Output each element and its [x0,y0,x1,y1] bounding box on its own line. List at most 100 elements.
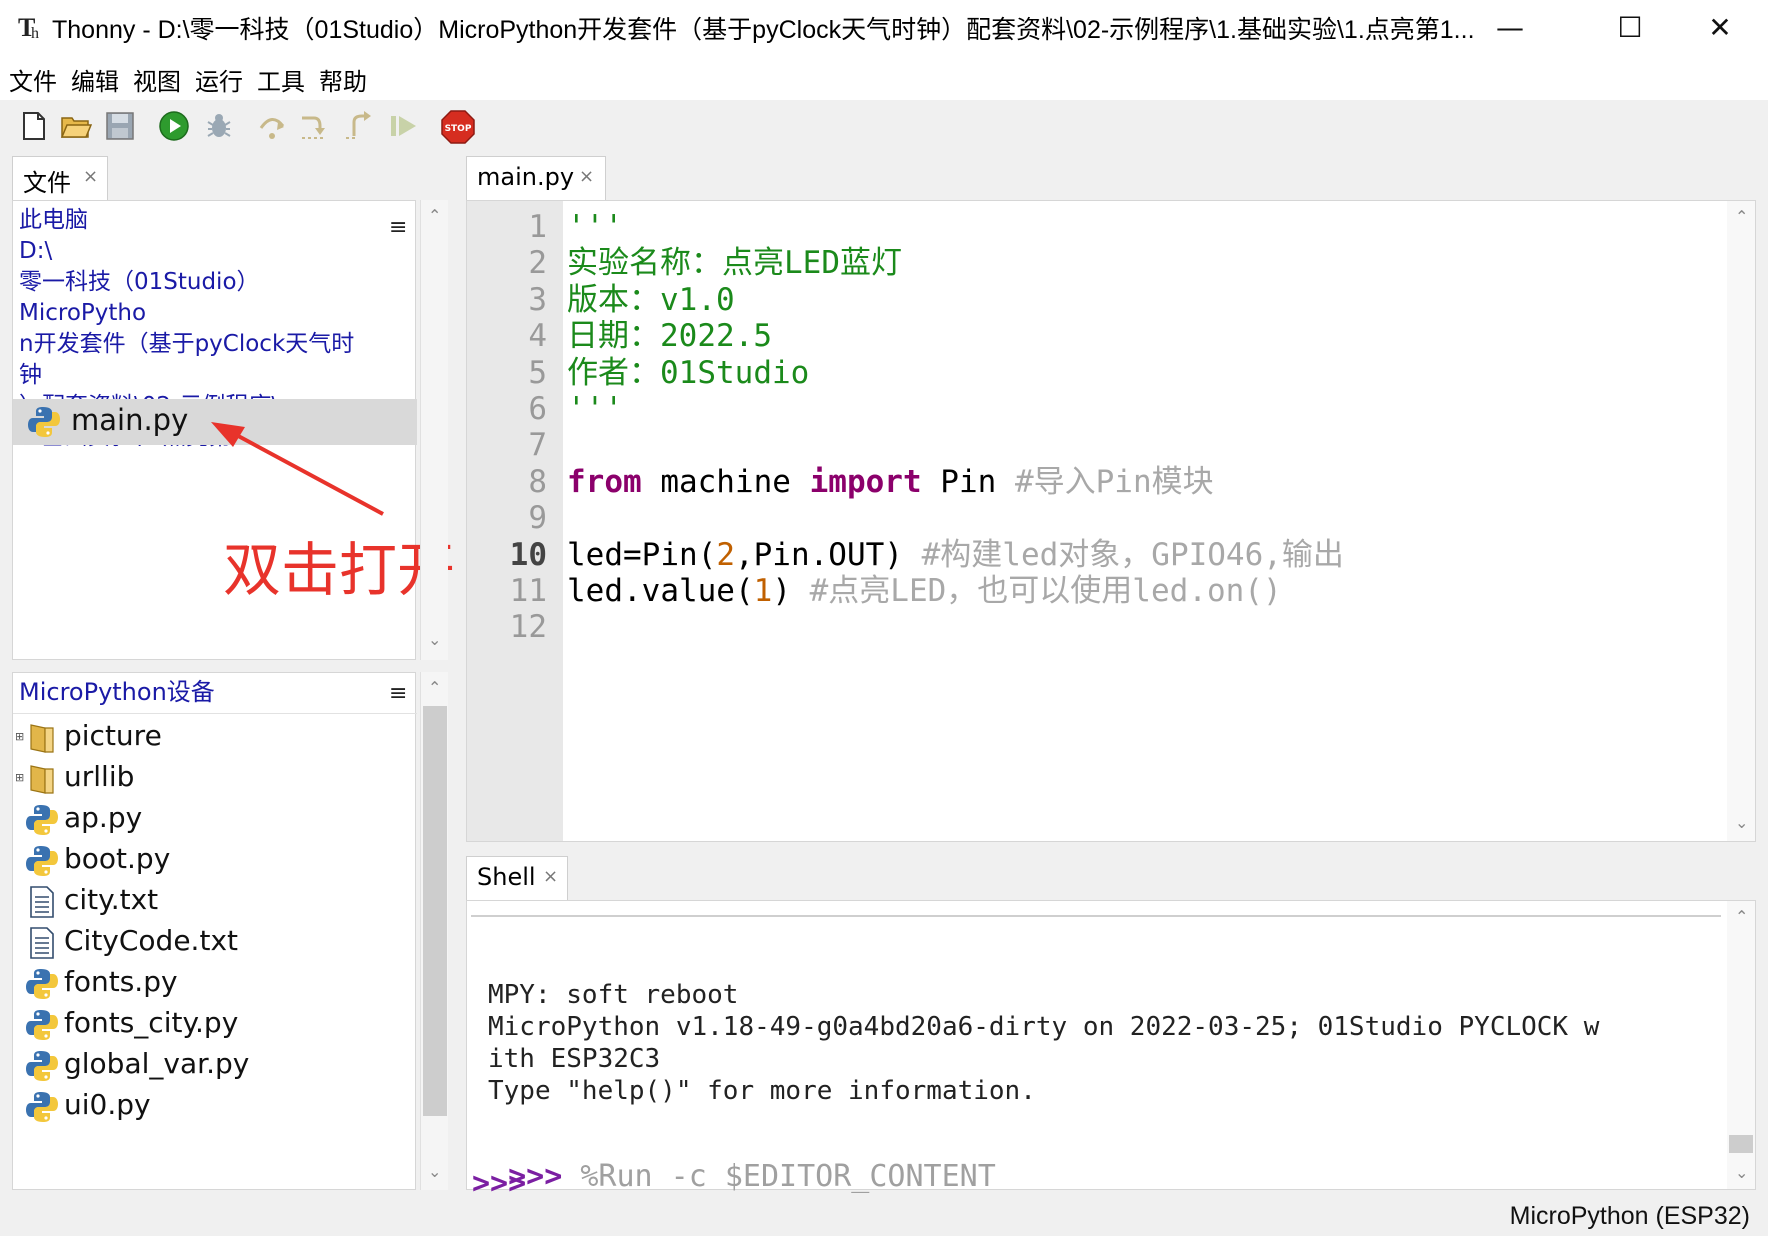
files-panel-scrollbar[interactable]: ⌃ ⌄ [420,200,448,660]
python-file-icon [25,1049,59,1083]
code-token: import [809,463,922,500]
toolbar: STOP [0,100,1768,152]
device-file-row[interactable]: city.txt [13,881,417,922]
code-line: 3 版本：v1.0 [467,280,1667,321]
line-number: 6 [528,391,547,427]
scroll-down-icon[interactable]: ⌄ [1735,1163,1748,1182]
device-file-row[interactable]: ⊞ picture [13,717,417,758]
device-file-row[interactable]: global_var.py [13,1045,417,1086]
scroll-up-icon[interactable]: ⌃ [1735,207,1748,226]
interpreter-selector[interactable]: MicroPython (ESP32) [1510,1202,1750,1231]
tab-shell-close[interactable]: × [543,866,558,887]
maximize-button[interactable]: ☐ [1600,6,1660,50]
scroll-down-icon[interactable]: ⌄ [428,630,441,649]
code-text: from machine import Pin #导入Pin模块 [567,462,1214,503]
device-file-row[interactable]: fonts_city.py [13,1004,417,1045]
line-number: 12 [509,609,547,646]
code-line: 8 from machine import Pin #导入Pin模块 [467,462,1667,503]
folder-icon [25,721,59,755]
device-file-row[interactable]: ui0.py [13,1086,417,1127]
code-token: ''' [567,391,623,427]
resume-icon[interactable] [388,110,420,142]
step-out-icon[interactable] [344,110,376,142]
code-token: led.value( [567,573,754,609]
code-line: 10 led=Pin(2,Pin.OUT) #构建led对象，GPIO46,输出 [467,535,1667,576]
stop-icon[interactable]: STOP [441,110,475,144]
scrollbar-thumb[interactable] [423,706,447,1116]
close-button[interactable]: ✕ [1690,6,1750,50]
device-file-row[interactable]: ap.py [13,799,417,840]
step-into-icon[interactable] [298,110,330,142]
device-file-row[interactable]: CityCode.txt [13,922,417,963]
expand-icon[interactable]: ⊞ [15,730,24,743]
scroll-up-icon[interactable]: ⌃ [1735,907,1748,926]
tab-main-py[interactable]: main.py × [466,156,606,200]
device-panel-title[interactable]: MicroPython设备 [19,677,215,708]
device-file-name: global_var.py [64,1047,250,1080]
shell-scrollbar[interactable]: ⌃ ⌄ [1727,901,1755,1189]
shell-run-command: %Run -c $EDITOR_CONTENT [580,1159,996,1194]
tab-files-close[interactable]: × [83,166,98,187]
path-this-pc[interactable]: 此电脑 [19,205,359,236]
scroll-down-icon[interactable]: ⌄ [428,1162,441,1181]
tab-files[interactable]: 文件 × [12,156,108,200]
files-panel-menu-icon[interactable]: ≡ [389,215,407,240]
path-folder-line-2[interactable]: n开发套件（基于pyClock天气时钟 [19,329,359,391]
code-editor[interactable]: 1 ''' 2 实验名称：点亮LED蓝灯 3 版本：v1.0 4 日期：2022.5 5 作者：0… [466,200,1756,842]
svg-text:h: h [31,25,39,42]
device-file-row[interactable]: ⊞ urllib [13,758,417,799]
title-bar: Th Thonny - D:\零一科技（01Studio）MicroPython… [0,0,1768,58]
device-file-name: CityCode.txt [64,924,238,957]
menu-help[interactable]: 帮助 [319,62,367,97]
shell-output-line: Type "help()" for more information. [488,1076,1036,1106]
line-number: 9 [528,500,547,537]
code-line: 2 实验名称：点亮LED蓝灯 [467,243,1667,284]
device-panel: MicroPython设备 ≡ ⊞ picture ⊞ urllib ap.py boot… [12,672,417,1190]
code-token: 日期：2022.5 [567,318,772,355]
run-icon[interactable] [158,110,190,142]
device-file-row[interactable]: boot.py [13,840,417,881]
code-token: 版本：v1.0 [567,281,735,318]
minimize-button[interactable]: — [1480,6,1540,50]
line-number: 1 [528,209,547,245]
selected-file-name: main.py [71,403,189,437]
tab-shell[interactable]: Shell × [466,856,568,900]
code-line: 11 led.value(1) #点亮LED，也可以使用led.on() [467,571,1667,612]
menu-tools[interactable]: 工具 [257,62,305,97]
debug-icon[interactable] [203,110,235,142]
device-panel-menu-icon[interactable]: ≡ [389,681,407,706]
device-file-row[interactable]: fonts.py [13,963,417,1004]
window-title: Thonny - D:\零一科技（01Studio）MicroPython开发套… [52,16,1475,44]
path-drive[interactable]: D:\ [19,236,359,267]
menu-run[interactable]: 运行 [195,62,243,97]
editor-scrollbar[interactable]: ⌃ ⌄ [1727,201,1755,841]
new-file-icon[interactable] [18,110,50,142]
save-file-icon[interactable] [104,110,136,142]
code-line: 9 [467,498,1667,539]
text-file-icon [25,885,59,919]
line-number: 3 [528,281,547,318]
menu-file[interactable]: 文件 [9,62,57,97]
device-file-name: boot.py [64,842,171,875]
python-file-icon [25,1090,59,1124]
step-over-icon[interactable] [256,110,288,142]
open-file-icon[interactable] [60,110,93,142]
shell-output-line: MicroPython v1.18-49-g0a4bd20a6-dirty on… [488,1012,1600,1042]
scroll-up-icon[interactable]: ⌃ [428,206,441,225]
scroll-up-icon[interactable]: ⌃ [428,678,441,697]
device-panel-scrollbar[interactable]: ⌃ ⌄ [420,672,448,1190]
menu-view[interactable]: 视图 [133,62,181,97]
shell-input-line[interactable]: >>> [472,1166,526,1201]
code-token: #构建led对象，GPIO46,输出 [921,536,1344,573]
expand-icon[interactable]: ⊞ [15,771,24,784]
line-number: 10 [509,536,547,573]
scroll-down-icon[interactable]: ⌄ [1735,813,1748,832]
scrollbar-thumb[interactable] [1729,1135,1753,1153]
device-file-name: ui0.py [64,1088,151,1121]
menu-edit[interactable]: 编辑 [71,62,119,97]
path-folder-line-1[interactable]: 零一科技（01Studio）MicroPytho [19,267,359,329]
code-token: ,Pin.OUT) [734,536,922,573]
menu-bar: 文件 编辑 视图 运行 工具 帮助 [0,58,1768,100]
code-line: 1 ''' [467,207,1667,248]
tab-main-py-close[interactable]: × [579,166,594,187]
